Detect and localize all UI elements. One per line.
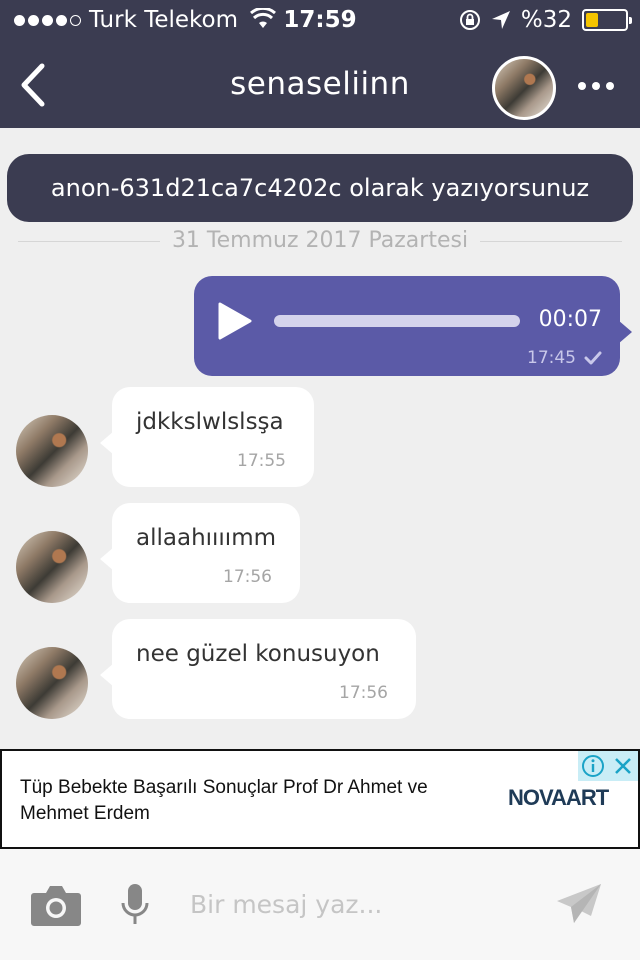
voice-progress-track[interactable] bbox=[274, 315, 520, 327]
ad-logo[interactable]: NOVAART bbox=[508, 785, 609, 811]
message-bubble: nee güzel konusuyon 17:56 bbox=[100, 619, 416, 719]
identity-notice: anon-631d21ca7c4202c olarak yazıyorsunuz bbox=[7, 154, 633, 222]
play-button[interactable] bbox=[216, 302, 252, 340]
status-bar: Turk Telekom 17:59 %32 bbox=[0, 0, 640, 40]
camera-icon[interactable] bbox=[30, 883, 82, 927]
location-icon bbox=[491, 11, 510, 29]
ad-text[interactable]: Tüp Bebekte Başarılı Sonuçlar Prof Dr Ah… bbox=[20, 775, 470, 827]
battery-percent: %32 bbox=[520, 7, 572, 33]
ad-info-icon[interactable] bbox=[578, 751, 608, 781]
voice-duration: 00:07 bbox=[538, 307, 602, 332]
rotation-lock-icon bbox=[459, 10, 480, 30]
date-label: 31 Temmuz 2017 Pazartesi bbox=[160, 226, 480, 256]
voice-message: 00:07 17:45 bbox=[194, 276, 632, 376]
battery-icon bbox=[582, 9, 632, 31]
contact-avatar[interactable] bbox=[492, 56, 556, 120]
message-time: 17:55 bbox=[237, 451, 286, 471]
nav-bar: senaseliinn bbox=[0, 40, 640, 128]
top-bar: Turk Telekom 17:59 %32 senaseliinn bbox=[0, 0, 640, 128]
date-separator: 31 Temmuz 2017 Pazartesi bbox=[0, 226, 640, 256]
message-time: 17:56 bbox=[223, 567, 272, 587]
message-text: jdkkslwlslsşa bbox=[136, 409, 284, 435]
message-time: 17:56 bbox=[339, 683, 388, 703]
sender-avatar[interactable] bbox=[16, 647, 88, 719]
message-input[interactable] bbox=[190, 879, 520, 929]
message-bubble: allaahıııımm 17:56 bbox=[100, 503, 300, 603]
ad-banner[interactable]: Tüp Bebekte Başarılı Sonuçlar Prof Dr Ah… bbox=[0, 749, 640, 849]
microphone-icon[interactable] bbox=[120, 883, 150, 927]
message-text: allaahıııımm bbox=[136, 525, 277, 551]
status-right: %32 bbox=[459, 7, 632, 33]
sender-avatar[interactable] bbox=[16, 531, 88, 603]
more-options-button[interactable] bbox=[578, 82, 614, 90]
message-bubble: jdkkslwlslsşa 17:55 bbox=[100, 387, 314, 487]
sender-avatar[interactable] bbox=[16, 415, 88, 487]
ad-close-icon[interactable] bbox=[608, 751, 638, 781]
message-text: nee güzel konusuyon bbox=[136, 641, 380, 667]
voice-time: 17:45 bbox=[527, 348, 576, 368]
send-icon[interactable] bbox=[556, 883, 602, 925]
voice-meta: 17:45 bbox=[527, 348, 602, 368]
message-composer bbox=[0, 849, 640, 960]
check-icon bbox=[584, 351, 602, 365]
